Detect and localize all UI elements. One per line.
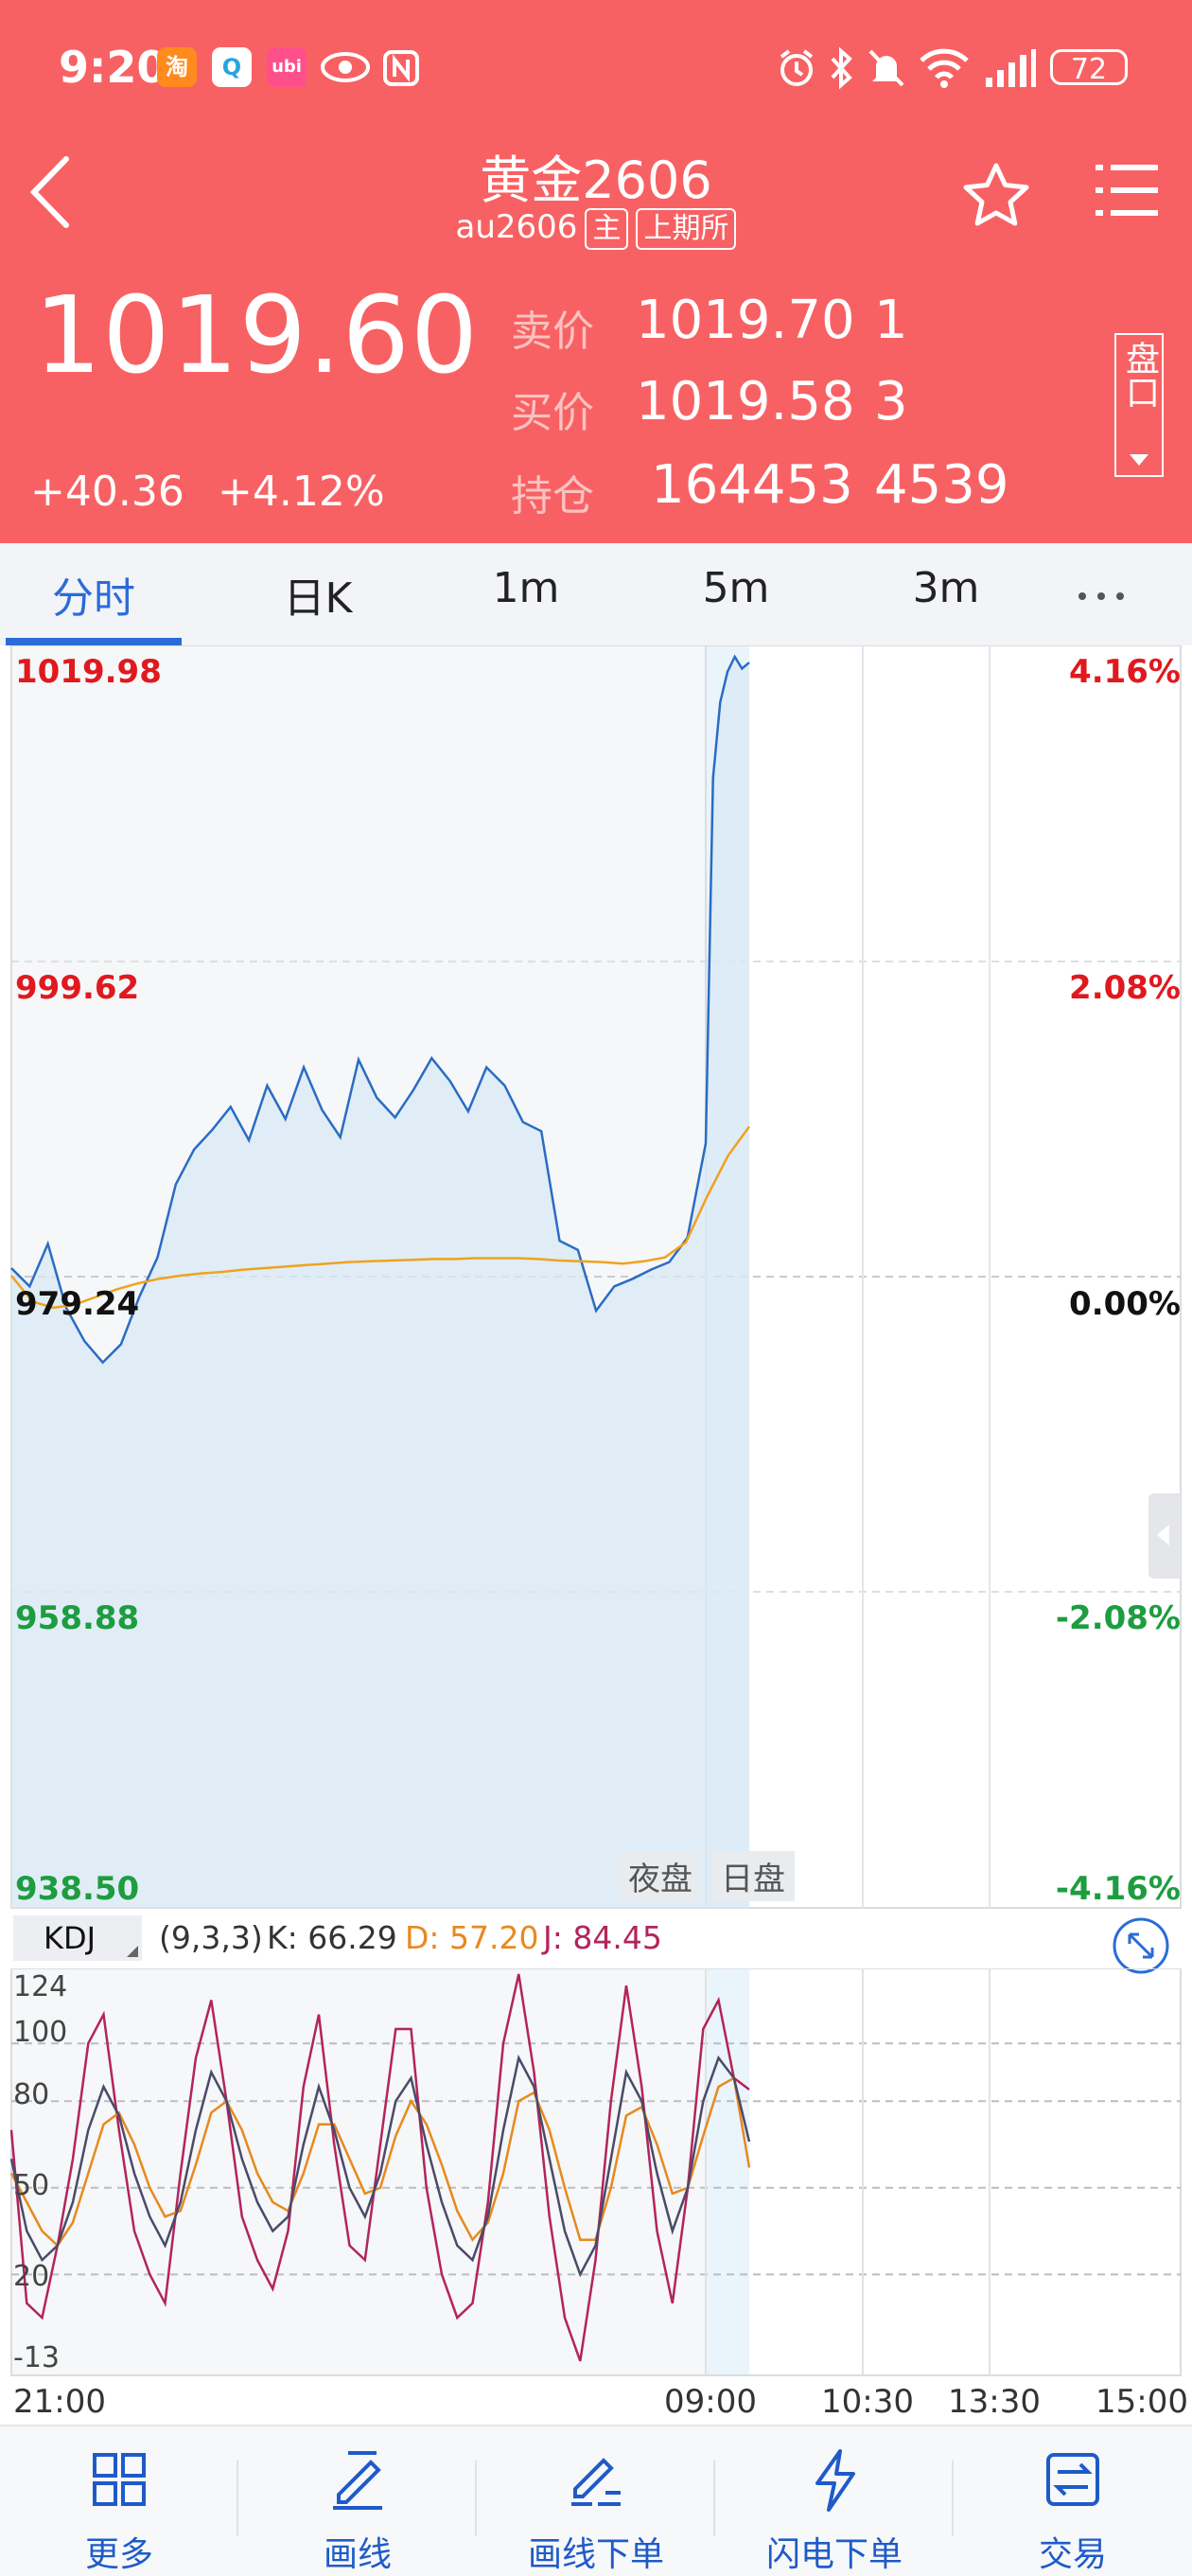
wifi-icon	[918, 45, 971, 93]
y-tick-right-3: 0.00%	[1069, 1285, 1181, 1323]
taobao-app-icon: 淘	[157, 47, 197, 87]
tab-1m[interactable]: 1m	[431, 564, 621, 612]
kdj-y-tick-20: 20	[13, 2260, 50, 2293]
y-tick-left-4: 958.88	[15, 1599, 140, 1637]
pen-icon	[333, 2451, 382, 2510]
y-tick-right-1: 4.16%	[1069, 653, 1181, 691]
kdj-k-value: K: 66.29	[267, 1919, 397, 1956]
indicator-selector[interactable]: KDJ	[13, 1915, 142, 1961]
favorite-star-button[interactable]	[961, 161, 1031, 233]
day-session-label: 日盘	[711, 1851, 795, 1901]
caret-left-icon	[1157, 1525, 1169, 1545]
y-tick-right-5: -4.16%	[1055, 1870, 1181, 1908]
y-tick-left-2: 999.62	[15, 969, 140, 1007]
nav-trade-label: 交易	[1038, 2535, 1107, 2574]
kdj-j-value: J: 84.45	[543, 1919, 662, 1956]
trade-swap-icon	[1046, 2453, 1099, 2506]
lightning-icon	[815, 2449, 855, 2512]
x-tick-1330: 13:30	[948, 2383, 1041, 2421]
kdj-header: KDJ (9,3,3) K: 66.29 D: 57.20 J: 84.45	[0, 1908, 1192, 1974]
ask-qty: 1	[874, 290, 908, 351]
indicator-params: (9,3,3)	[159, 1919, 263, 1956]
nav-flash-order-label: 闪电下单	[765, 2535, 903, 2574]
signal-icon	[984, 47, 1037, 93]
kdj-chart[interactable]	[0, 1968, 1192, 2377]
ask-label: 卖价	[511, 308, 594, 356]
chat-app-icon: Q	[212, 47, 252, 87]
y-tick-right-2: 2.08%	[1069, 969, 1181, 1007]
tab-3m[interactable]: 3m	[851, 564, 1041, 612]
battery-indicator: 72	[1050, 49, 1128, 86]
kdj-night-area	[11, 1968, 706, 2375]
nav-more-label: 更多	[84, 2535, 153, 2574]
kdj-day-area	[706, 1968, 749, 2375]
bid-qty: 3	[874, 371, 908, 432]
active-tab-indicator	[6, 638, 182, 645]
caret-down-icon	[1130, 454, 1148, 466]
eye-icon	[320, 51, 371, 87]
y-tick-left-3: 979.24	[15, 1285, 140, 1323]
bid-label: 买价	[511, 389, 594, 437]
night-session-label: 夜盘	[619, 1851, 702, 1901]
shop-app-icon: ubi	[267, 47, 307, 87]
price-change-pct: +4.12%	[218, 468, 385, 516]
nfc-icon	[382, 49, 420, 91]
open-interest-value: 164453	[651, 454, 853, 516]
corner-caret-icon	[127, 1946, 138, 1957]
nav-trade[interactable]: 交易	[954, 2425, 1192, 2574]
contract-code: au2606	[455, 208, 578, 246]
nav-draw-order-label: 画线下单	[527, 2535, 664, 2574]
open-interest-change: 4539	[874, 454, 1009, 516]
nav-draw-line[interactable]: 画线	[238, 2425, 477, 2574]
more-tabs-button[interactable]	[1075, 577, 1128, 619]
menu-list-button[interactable]	[1094, 159, 1160, 225]
indicator-name: KDJ	[44, 1920, 96, 1956]
grid-icon	[93, 2453, 146, 2506]
y-tick-left-1: 1019.98	[15, 653, 162, 691]
x-tick-1500: 15:00	[1096, 2383, 1188, 2421]
kdj-y-tick-80: 80	[13, 2078, 50, 2111]
bid-price: 1019.58	[636, 371, 855, 432]
y-tick-left-5: 938.50	[15, 1870, 140, 1908]
kdj-y-tick-neg13: -13	[13, 2341, 60, 2374]
price-chart[interactable]	[0, 645, 1192, 1910]
status-time: 9:20	[59, 42, 167, 93]
open-interest-label: 持仓	[511, 472, 594, 520]
nav-more[interactable]: 更多	[0, 2425, 238, 2574]
x-tick-2100: 21:00	[13, 2383, 106, 2421]
x-tick-1030: 10:30	[821, 2383, 914, 2421]
kdj-d-value: D: 57.20	[405, 1919, 539, 1956]
order-book-toggle[interactable]: 盘口	[1114, 333, 1164, 477]
last-price: 1019.60	[34, 274, 480, 397]
mute-bell-icon	[867, 47, 906, 93]
tab-5m[interactable]: 5m	[641, 564, 831, 612]
exchange-tag: 上期所	[636, 208, 737, 250]
kdj-y-tick-50: 50	[13, 2169, 50, 2202]
tab-timeshare[interactable]: 分时	[6, 564, 182, 625]
nav-flash-order[interactable]: 闪电下单	[715, 2425, 954, 2574]
ask-price: 1019.70	[636, 290, 855, 351]
nav-draw-line-label: 画线	[323, 2535, 392, 2574]
nav-draw-order[interactable]: 画线下单	[477, 2425, 715, 2574]
alarm-icon	[776, 47, 817, 93]
main-contract-tag: 主	[585, 208, 629, 250]
kdj-y-tick-100: 100	[13, 2016, 68, 2049]
tab-daily-k[interactable]: 日K	[223, 564, 412, 625]
kdj-y-tick-124: 124	[13, 1970, 68, 2003]
bluetooth-icon	[827, 46, 855, 93]
price-change: +40.36	[30, 468, 184, 516]
y-tick-right-4: -2.08%	[1055, 1599, 1181, 1637]
side-panel-toggle[interactable]	[1148, 1493, 1181, 1579]
x-tick-0900: 09:00	[664, 2383, 757, 2421]
order-book-label: 盘口	[1120, 341, 1159, 409]
pen-order-icon	[571, 2458, 621, 2506]
